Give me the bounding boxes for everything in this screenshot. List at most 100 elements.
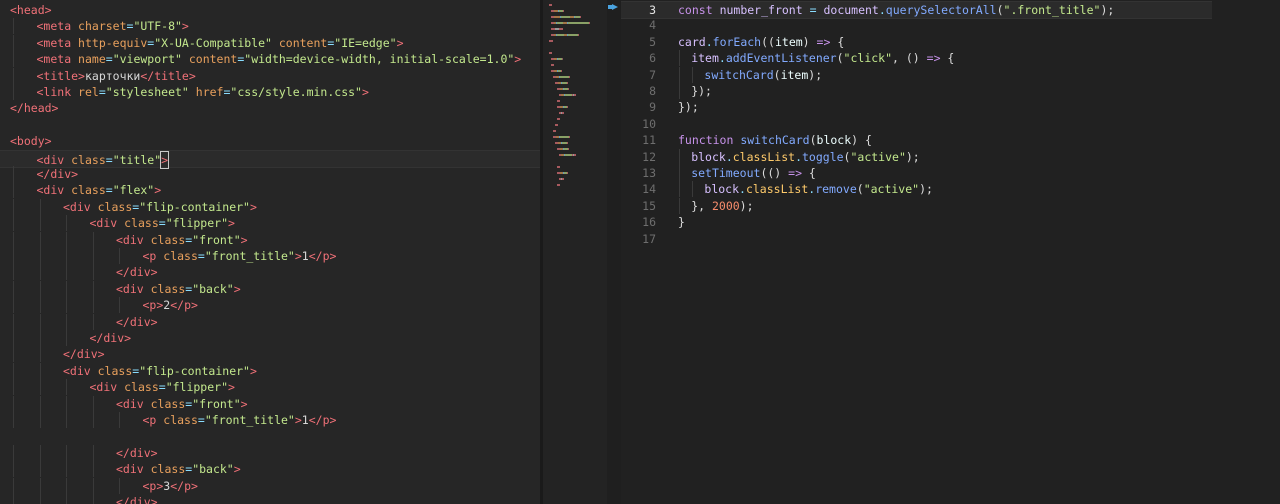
code-line[interactable]: <div class="front"> — [0, 231, 540, 248]
code-line[interactable]: </div> — [0, 313, 540, 330]
code-line[interactable]: <div class="flipper"> — [0, 215, 540, 232]
code-token: <div — [36, 183, 72, 198]
code-line[interactable]: 12 block.classList.toggle("active"); — [621, 148, 1280, 165]
code-text: <body> — [10, 133, 52, 149]
code-token: ( — [996, 3, 1004, 17]
code-token: rel — [78, 85, 99, 99]
code-line[interactable]: 5 card.forEach((item) => { — [621, 34, 1280, 50]
code-line[interactable]: <div class="back"> — [0, 461, 540, 478]
code-line-current[interactable]: <div class="title"> — [0, 149, 540, 169]
minimap-stroke — [578, 34, 579, 36]
code-line[interactable]: <p>2</p> — [0, 297, 540, 314]
code-token: "active" — [850, 149, 906, 164]
minimap-stroke — [557, 184, 560, 186]
code-token: ( — [856, 182, 864, 197]
code-text: </div> — [63, 346, 105, 362]
minimap-stroke — [568, 148, 569, 150]
code-line[interactable]: 7 switchCard(item); — [621, 66, 1280, 83]
code-text: block.classList.toggle("active"); — [691, 149, 920, 165]
code-line[interactable] — [0, 428, 540, 444]
code-line[interactable]: <div class="back"> — [0, 280, 540, 297]
code-token: => — [816, 34, 831, 49]
line-number: 14 — [642, 182, 656, 197]
code-line[interactable]: <div class="flip-container"> — [0, 198, 540, 215]
code-line[interactable]: <div class="front"> — [0, 395, 540, 412]
code-token: function — [678, 133, 734, 148]
code-token: = — [158, 380, 166, 395]
code-token: > — [228, 216, 235, 231]
code-line[interactable]: <body> — [0, 133, 540, 149]
minimap-stroke — [568, 34, 578, 36]
code-line[interactable]: <link rel="stylesheet" href="css/style.m… — [0, 84, 540, 100]
code-token: item — [691, 51, 719, 66]
code-token: </div> — [63, 347, 105, 362]
minimap-stroke — [569, 136, 570, 138]
code-token: http-equiv — [78, 35, 148, 50]
code-line[interactable]: </head> — [0, 100, 540, 116]
code-line[interactable]: 6 item.addEventListener("click", () => { — [621, 50, 1280, 67]
code-line[interactable]: <p class="front_title">1</p> — [0, 412, 540, 428]
line-number: 8 — [649, 84, 656, 98]
code-line[interactable]: </div> — [0, 444, 540, 461]
code-token: setTimeout — [691, 166, 761, 180]
code-line[interactable]: 14 block.classList.remove("active"); — [621, 181, 1280, 198]
code-line[interactable]: <p class="front_title">1</p> — [0, 248, 540, 264]
minimap-stroke — [549, 40, 553, 42]
code-line[interactable]: 8}); — [621, 83, 1280, 99]
code-token: number_front — [719, 3, 803, 17]
code-line[interactable]: 9}); — [621, 99, 1280, 115]
code-text: </div> — [116, 445, 158, 461]
indent-guide — [66, 215, 67, 232]
code-token: href — [188, 85, 224, 99]
code-token: = — [197, 249, 205, 263]
code-line[interactable]: <div class="flip-container"> — [0, 362, 540, 379]
code-line[interactable]: </div> — [0, 346, 540, 363]
minimap-stroke — [589, 22, 590, 24]
minimap[interactable] — [543, 0, 607, 504]
code-line[interactable]: 17 — [621, 231, 1280, 247]
code-token: => — [926, 51, 941, 66]
indent-guide — [66, 330, 67, 346]
code-line[interactable]: <meta name="viewport" content="width=dev… — [0, 51, 540, 68]
code-token: "front" — [192, 232, 241, 247]
code-token: ); — [919, 182, 933, 197]
code-line[interactable]: 11 function switchCard(block) { — [621, 132, 1280, 148]
minimap-stroke — [565, 94, 572, 96]
code-line[interactable]: 15}, 2000); — [621, 197, 1280, 214]
code-line[interactable]: </div> — [0, 494, 540, 504]
code-line[interactable]: <div class="flex"> — [0, 182, 540, 199]
code-line[interactable]: <meta http-equiv="X-UA-Compatible" conte… — [0, 34, 540, 51]
code-line[interactable]: <meta charset="UTF-8"> — [0, 18, 540, 35]
code-line[interactable]: <title>карточки</title> — [0, 67, 540, 84]
code-token: toggle — [802, 149, 844, 164]
code-token: switchCard — [740, 133, 810, 148]
code-token: class — [71, 183, 106, 198]
code-line[interactable]: </div> — [0, 330, 540, 346]
code-token: > — [361, 85, 369, 99]
minimap-stroke — [562, 178, 564, 180]
code-line[interactable]: </div> — [0, 264, 540, 281]
code-line[interactable]: 13 setTimeout(() => { — [621, 165, 1280, 181]
code-token: <title> — [36, 68, 85, 83]
code-line[interactable]: 10 — [621, 116, 1280, 132]
code-token: <p> — [142, 298, 164, 313]
html-editor-pane[interactable]: <head> <meta charset="UTF-8"> <meta http-e… — [0, 0, 540, 504]
code-line[interactable]: </div> — [0, 166, 540, 182]
code-line[interactable] — [0, 117, 540, 133]
indent-guide — [13, 494, 14, 504]
line-number: 6 — [649, 51, 656, 66]
code-line[interactable]: <p>3</p> — [0, 477, 540, 494]
code-line[interactable]: 4 — [621, 17, 1280, 33]
code-text: <title>карточки</title> — [37, 68, 196, 84]
code-token: "front_title" — [204, 249, 295, 263]
code-line[interactable]: <head> — [0, 2, 540, 18]
js-editor-pane[interactable]: 3 const number_front = document.querySele… — [621, 0, 1280, 504]
code-line-current[interactable]: 3 const number_front = document.querySele… — [621, 1, 1212, 19]
indent-guide — [66, 444, 67, 461]
code-line[interactable]: <div class="flipper"> — [0, 379, 540, 396]
code-token: 1 — [301, 249, 309, 263]
indent-guide — [692, 66, 694, 83]
code-token: > — [514, 52, 522, 67]
code-token: = — [105, 52, 113, 67]
code-line[interactable]: 16} — [621, 214, 1280, 230]
